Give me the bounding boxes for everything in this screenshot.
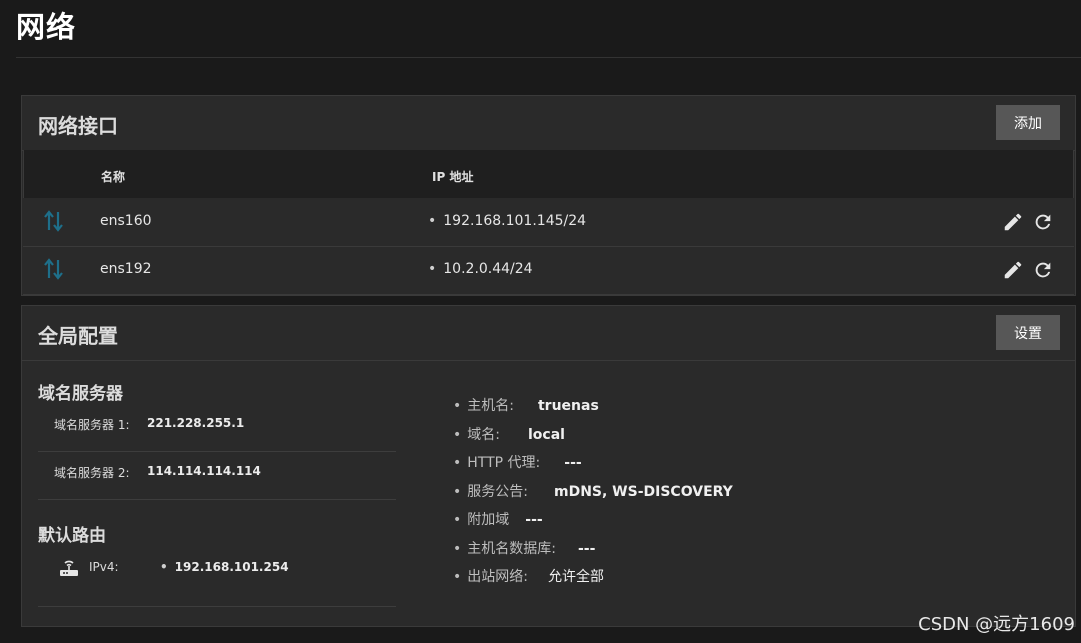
- info-label: 附加域: [467, 512, 510, 528]
- info-label: HTTP 代理:: [467, 455, 541, 471]
- interfaces-table-header: 名称 IP 地址: [23, 150, 1074, 198]
- dns-server-label: 域名服务器 2:: [54, 466, 130, 480]
- route-value: 192.168.101.254: [160, 560, 289, 574]
- info-label: 主机名:: [467, 398, 514, 414]
- global-config-card: 全局配置 设置 域名服务器 域名服务器 1: 221.228.255.1 域名服…: [21, 305, 1076, 627]
- info-item-http-proxy: • HTTP 代理: ---: [453, 455, 582, 471]
- router-icon: [60, 560, 78, 576]
- info-label: 域名:: [467, 427, 500, 443]
- edit-icon[interactable]: [1002, 259, 1024, 281]
- route-label: IPv4:: [89, 560, 119, 574]
- settings-button[interactable]: 设置: [996, 315, 1060, 350]
- network-interfaces-title: 网络接口: [38, 114, 118, 138]
- column-header-ip[interactable]: IP 地址: [432, 168, 473, 185]
- up-down-arrows-icon: [44, 258, 63, 280]
- info-value: ---: [525, 512, 543, 528]
- interface-ip: 10.2.0.44/24: [428, 261, 532, 277]
- info-value: local: [527, 427, 565, 443]
- dns-server-label: 域名服务器 1:: [54, 418, 130, 432]
- interface-name: ens192: [100, 261, 152, 277]
- info-item-hostname-database: • 主机名数据库: ---: [453, 541, 596, 557]
- info-value: 允许全部: [547, 569, 604, 585]
- info-label: 主机名数据库:: [467, 541, 556, 557]
- info-value: ---: [564, 455, 582, 471]
- interface-name: ens160: [100, 213, 152, 229]
- global-config-title: 全局配置: [38, 324, 118, 348]
- info-item-domain: • 域名: local: [453, 427, 565, 443]
- info-item-additional-domains: • 附加域 ---: [453, 512, 543, 528]
- info-label: 服务公告:: [467, 484, 528, 500]
- interfaces-table: 名称 IP 地址 ens160 192.168.101.145/24 ens19…: [23, 150, 1074, 295]
- dns-section-title: 域名服务器: [38, 384, 123, 404]
- info-label: 出站网络:: [467, 569, 528, 585]
- interface-ip: 192.168.101.145/24: [428, 213, 586, 229]
- title-divider: [16, 57, 1081, 58]
- default-route-row: IPv4: 192.168.101.254: [38, 550, 396, 607]
- info-value: truenas: [537, 398, 599, 414]
- info-item-hostname: • 主机名: truenas: [453, 398, 599, 414]
- dns-server-row: 域名服务器 2: 114.114.114.114: [38, 451, 396, 500]
- default-route-title: 默认路由: [38, 526, 106, 546]
- dns-server-value: 221.228.255.1: [147, 416, 245, 430]
- add-interface-button[interactable]: 添加: [996, 105, 1060, 140]
- edit-icon[interactable]: [1002, 211, 1024, 233]
- network-interfaces-card: 网络接口 添加 名称 IP 地址 ens160 192.168.101.145/…: [21, 95, 1076, 296]
- dns-server-value: 114.114.114.114: [147, 464, 261, 478]
- info-value: ---: [577, 541, 596, 557]
- info-value: mDNS, WS-DISCOVERY: [553, 484, 733, 500]
- refresh-icon[interactable]: [1032, 259, 1054, 281]
- info-item-service-announcement: • 服务公告: mDNS, WS-DISCOVERY: [453, 484, 733, 500]
- page-title: 网络: [16, 10, 77, 44]
- table-row[interactable]: ens160 192.168.101.145/24: [23, 198, 1074, 247]
- table-row[interactable]: ens192 10.2.0.44/24: [23, 246, 1074, 295]
- column-header-name[interactable]: 名称: [101, 168, 125, 185]
- network-interfaces-header: 网络接口 添加: [22, 96, 1075, 151]
- up-down-arrows-icon: [44, 210, 63, 232]
- global-config-header: 全局配置 设置: [22, 306, 1075, 361]
- watermark: CSDN @远方1609: [918, 614, 1075, 635]
- refresh-icon[interactable]: [1032, 211, 1054, 233]
- info-item-outbound-network: • 出站网络: 允许全部: [453, 569, 604, 585]
- dns-server-row: 域名服务器 1: 221.228.255.1: [38, 403, 396, 452]
